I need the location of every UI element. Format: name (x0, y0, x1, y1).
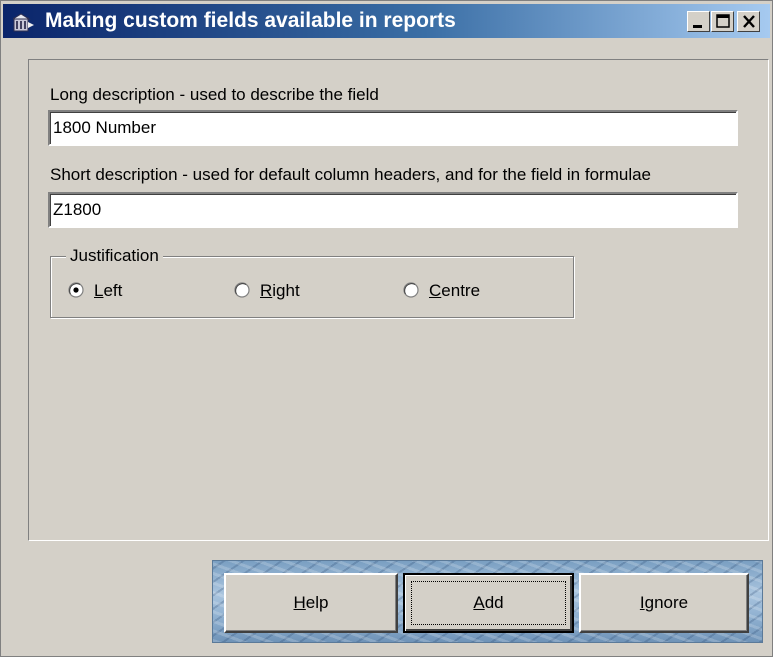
ignore-button-label: gnore (644, 593, 689, 612)
radio-selected-icon (68, 282, 84, 298)
radio-unselected-icon (403, 282, 419, 298)
minimize-icon (693, 25, 702, 28)
dialog-window: Making custom fields available in report… (0, 0, 773, 657)
focus-rectangle (411, 581, 566, 625)
justification-legend: Justification (66, 246, 163, 266)
help-button-accel: H (293, 593, 306, 612)
long-description-input[interactable] (48, 110, 738, 146)
title-bar[interactable]: Making custom fields available in report… (3, 4, 770, 38)
close-icon (743, 15, 755, 28)
help-button[interactable]: Help (224, 573, 398, 633)
radio-centre-label: Centre (429, 281, 481, 300)
long-description-label: Long description - used to describe the … (50, 85, 379, 104)
radio-left-label: Left (94, 281, 123, 300)
ignore-button[interactable]: Ignore (579, 573, 749, 633)
window-title: Making custom fields available in report… (45, 9, 456, 32)
radio-unselected-icon (234, 282, 250, 298)
building-icon (11, 13, 35, 32)
help-button-label: elp (305, 593, 329, 612)
short-description-label: Short description - used for default col… (50, 165, 652, 184)
short-description-input[interactable] (48, 192, 738, 228)
minimize-button[interactable] (687, 11, 710, 32)
add-button[interactable]: Add (403, 573, 574, 633)
radio-right-label: Right (260, 281, 300, 300)
maximize-icon (716, 14, 730, 28)
maximize-button[interactable] (711, 11, 734, 32)
close-button[interactable] (737, 11, 760, 32)
